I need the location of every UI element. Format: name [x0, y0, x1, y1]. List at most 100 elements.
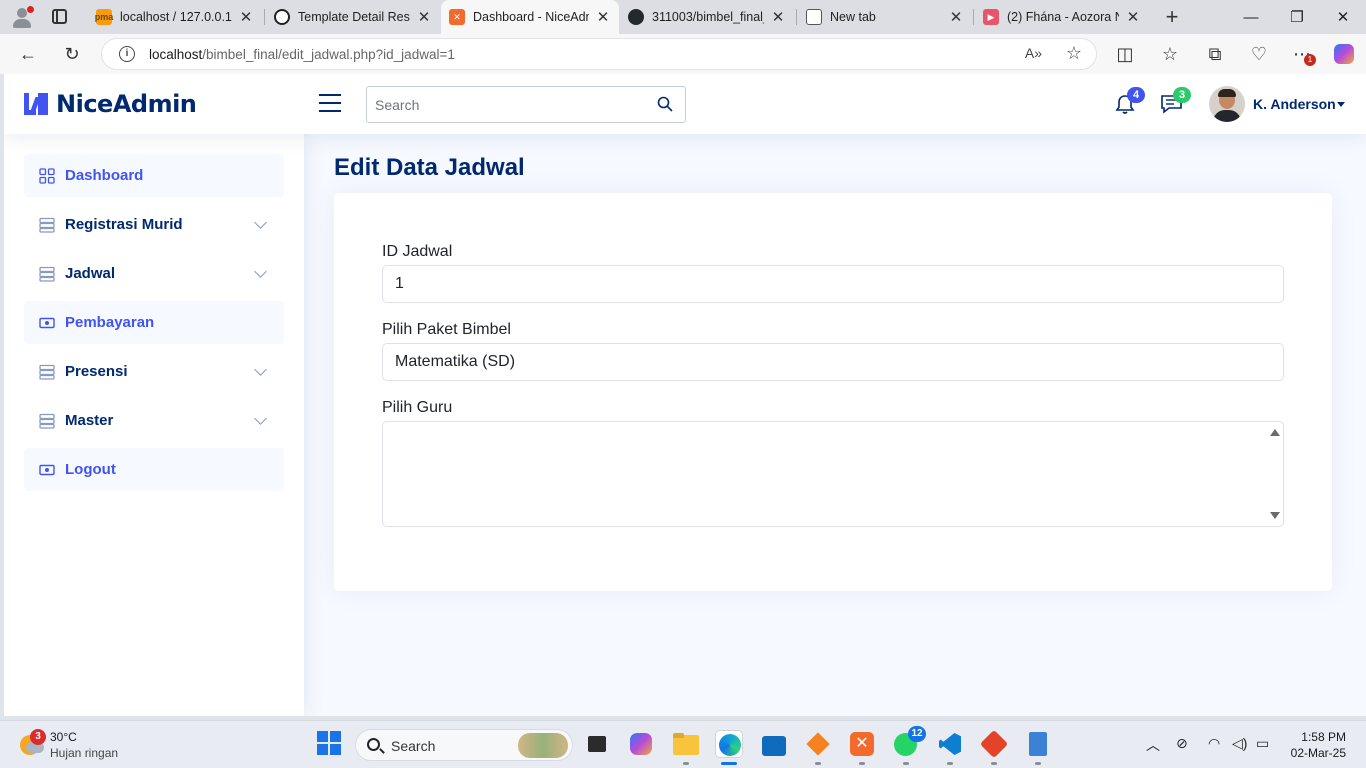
restore-icon[interactable]: ❐: [1274, 0, 1320, 34]
tab-title: New tab: [830, 10, 876, 24]
sidebar-item-presensi[interactable]: Presensi: [24, 350, 284, 393]
search-icon[interactable]: [657, 96, 673, 112]
sidebar-item-logout[interactable]: Logout: [24, 448, 284, 491]
whatsapp-icon[interactable]: 12: [892, 726, 926, 758]
sidebar-item-label: Pembayaran: [65, 314, 155, 331]
paket-bimbel-value: Matematika (SD): [395, 353, 516, 370]
close-tab-icon[interactable]: ✕: [595, 8, 611, 26]
clock-date: 02-Mar-25: [1290, 746, 1346, 760]
split-screen-icon[interactable]: ◫: [1113, 42, 1137, 66]
chevron-down-icon[interactable]: [1337, 102, 1345, 107]
browser-toolbar: ← ↻ i localhost/bimbel_final/edit_jadwal…: [0, 34, 1366, 74]
browser-tab[interactable]: ▶ (2) Fhána - Aozora No ✕: [975, 0, 1149, 34]
guru-select-listbox[interactable]: [382, 421, 1284, 527]
address-bar[interactable]: i localhost/bimbel_final/edit_jadwal.php…: [101, 38, 1097, 70]
git-icon[interactable]: [979, 729, 1009, 759]
search-input[interactable]: [367, 87, 647, 122]
openai-icon: [274, 9, 290, 25]
url-text[interactable]: localhost/bimbel_final/edit_jadwal.php?i…: [149, 47, 455, 62]
xampp-icon[interactable]: ✕: [848, 730, 876, 758]
user-name[interactable]: K. Anderson: [1253, 96, 1336, 112]
avatar[interactable]: [1209, 86, 1245, 122]
browser-tab[interactable]: pma localhost / 127.0.0.1 / ✕: [88, 0, 262, 34]
tab-actions-icon[interactable]: [52, 9, 67, 24]
microsoft-store-icon[interactable]: [760, 730, 788, 758]
logo-icon: [24, 91, 50, 117]
messages-chat-icon[interactable]: 3: [1160, 87, 1191, 117]
site-info-icon[interactable]: i: [119, 46, 135, 62]
minimize-icon[interactable]: —: [1228, 0, 1274, 34]
browser-tab[interactable]: New tab ✕: [798, 0, 972, 34]
office-app-icon[interactable]: [804, 730, 832, 758]
id-jadwal-label: ID Jadwal: [382, 243, 453, 260]
tab-title: localhost / 127.0.0.1 /: [120, 10, 232, 24]
sidebar-item-label: Jadwal: [65, 265, 116, 282]
wifi-icon[interactable]: ◠: [1208, 735, 1220, 752]
search-highlight-image: [518, 733, 568, 758]
favorites-icon[interactable]: ☆: [1158, 42, 1182, 66]
id-jadwal-input[interactable]: 1: [382, 265, 1284, 303]
clock[interactable]: 1:58 PM 02-Mar-25: [1291, 729, 1346, 761]
sidebar-item-pembayaran[interactable]: Pembayaran: [24, 301, 284, 344]
sidebar-item-jadwal[interactable]: Jadwal: [24, 252, 284, 295]
back-icon[interactable]: ←: [16, 42, 40, 66]
close-tab-icon[interactable]: ✕: [770, 8, 786, 26]
paket-bimbel-select[interactable]: Matematika (SD): [382, 343, 1284, 381]
clock-time: 1:58 PM: [1301, 730, 1346, 744]
sidebar-item-master[interactable]: Master: [24, 399, 284, 442]
id-jadwal-value: 1: [395, 275, 404, 292]
read-aloud-icon[interactable]: A»: [1025, 45, 1042, 61]
browser-tab-strip: pma localhost / 127.0.0.1 / ✕ Template D…: [0, 0, 1366, 34]
favorite-star-icon[interactable]: ☆: [1066, 43, 1082, 64]
refresh-icon[interactable]: ↻: [60, 42, 84, 66]
close-window-icon[interactable]: ✕: [1320, 0, 1366, 34]
notifications-badge: 4: [1127, 87, 1145, 103]
battery-icon[interactable]: ▭: [1256, 735, 1269, 752]
browser-tab[interactable]: Template Detail Resep ✕: [266, 0, 440, 34]
logo[interactable]: NiceAdmin: [24, 90, 197, 118]
volume-icon[interactable]: ◁): [1232, 735, 1247, 752]
close-tab-icon[interactable]: ✕: [948, 8, 964, 26]
notifications-bell-icon[interactable]: 4: [1114, 87, 1145, 117]
profile-icon[interactable]: [10, 6, 34, 28]
copilot-icon[interactable]: [1332, 42, 1356, 66]
chevron-down-icon: [254, 363, 267, 376]
no-network-icon[interactable]: ⊘: [1176, 735, 1188, 752]
chevron-down-icon: [254, 412, 267, 425]
messages-badge: 3: [1173, 87, 1191, 103]
file-explorer-icon[interactable]: [672, 730, 700, 758]
new-tab-button[interactable]: +: [1161, 4, 1183, 30]
scroll-up-arrow-icon[interactable]: [1270, 429, 1280, 436]
edit-jadwal-card: ID Jadwal 1 Pilih Paket Bimbel Matematik…: [334, 193, 1332, 591]
close-tab-icon[interactable]: ✕: [238, 8, 254, 26]
sidebar-item-label: Presensi: [65, 363, 128, 380]
collections-icon[interactable]: ⧉: [1203, 42, 1227, 66]
browser-tab[interactable]: 311003/bimbel_final_ ✕: [620, 0, 794, 34]
sidebar-item-dashboard[interactable]: Dashboard: [24, 154, 284, 197]
weather-desc: Hujan ringan: [50, 746, 119, 760]
youtube-icon: ▶: [983, 9, 999, 25]
cash-icon: [39, 462, 55, 478]
browser-tab-active[interactable]: ✕ Dashboard - NiceAdm ✕: [441, 0, 619, 34]
paket-bimbel-label: Pilih Paket Bimbel: [382, 321, 511, 338]
close-tab-icon[interactable]: ✕: [1125, 8, 1141, 26]
close-tab-icon[interactable]: ✕: [416, 8, 432, 26]
taskbar-search[interactable]: Search: [355, 729, 573, 761]
more-menu-icon[interactable]: ⋯ 1: [1290, 42, 1316, 66]
sidebar-item-registrasi-murid[interactable]: Registrasi Murid: [24, 203, 284, 246]
notepad-icon[interactable]: [1024, 730, 1052, 758]
copilot-icon[interactable]: [628, 730, 656, 758]
scroll-down-arrow-icon[interactable]: [1270, 512, 1280, 519]
edge-browser-icon[interactable]: [715, 730, 743, 758]
weather-widget[interactable]: 3 30°C Hujan ringan: [18, 729, 148, 761]
chevron-down-icon: [254, 216, 267, 229]
sidebar-item-label: Master: [65, 412, 114, 429]
windows-start-icon[interactable]: [316, 730, 344, 758]
sidebar-toggle-icon[interactable]: [319, 94, 341, 112]
show-hidden-icons-chevron-up-icon[interactable]: ︿: [1146, 735, 1160, 755]
web-page: NiceAdmin 4 3: [4, 74, 1366, 716]
vscode-icon[interactable]: [936, 730, 964, 758]
task-view-icon[interactable]: [584, 730, 612, 758]
weather-badge: 3: [30, 729, 46, 745]
browser-essentials-icon[interactable]: ♡: [1247, 42, 1271, 66]
